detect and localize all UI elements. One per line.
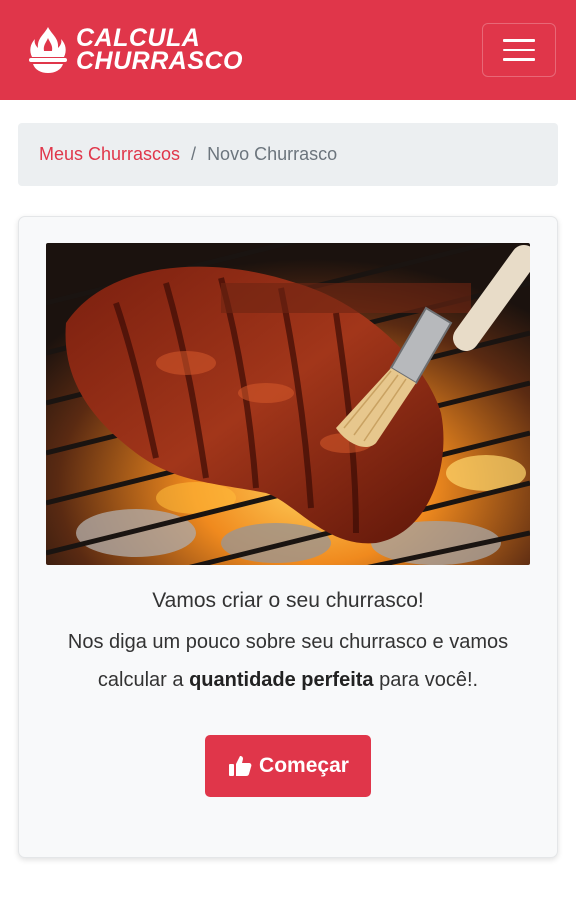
brand-link[interactable]: CALCULA CHURRASCO bbox=[24, 24, 243, 76]
breadcrumb-separator: / bbox=[191, 144, 197, 164]
intro-text: Nos diga um pouco sobre seu churrasco e … bbox=[46, 623, 530, 699]
flame-grill-icon bbox=[29, 27, 67, 73]
breadcrumb-link-meus-churrascos[interactable]: Meus Churrascos bbox=[39, 144, 180, 165]
start-button-label: Começar bbox=[259, 754, 349, 777]
hamburger-menu-icon bbox=[503, 39, 535, 42]
thumbs-up-icon bbox=[229, 756, 252, 776]
breadcrumb: Meus Churrascos / Novo Churrasco bbox=[18, 123, 558, 186]
breadcrumb-current: Novo Churrasco bbox=[207, 144, 338, 164]
intro-card: Vamos criar o seu churrasco! Nos diga um… bbox=[18, 216, 558, 858]
intro-text-part-2: para você!. bbox=[373, 669, 479, 691]
hamburger-menu-icon bbox=[503, 58, 535, 61]
hamburger-menu-icon bbox=[503, 48, 535, 52]
start-button[interactable]: Começar bbox=[205, 735, 371, 797]
intro-lead: Vamos criar o seu churrasco! bbox=[152, 589, 424, 612]
grilled-ribs-image bbox=[46, 243, 530, 565]
intro-text-bold: quantidade perfeita bbox=[189, 669, 374, 691]
brand-line-2: CHURRASCO bbox=[76, 47, 243, 75]
navbar: CALCULA CHURRASCO bbox=[0, 0, 576, 100]
hamburger-menu-button[interactable] bbox=[482, 23, 556, 77]
